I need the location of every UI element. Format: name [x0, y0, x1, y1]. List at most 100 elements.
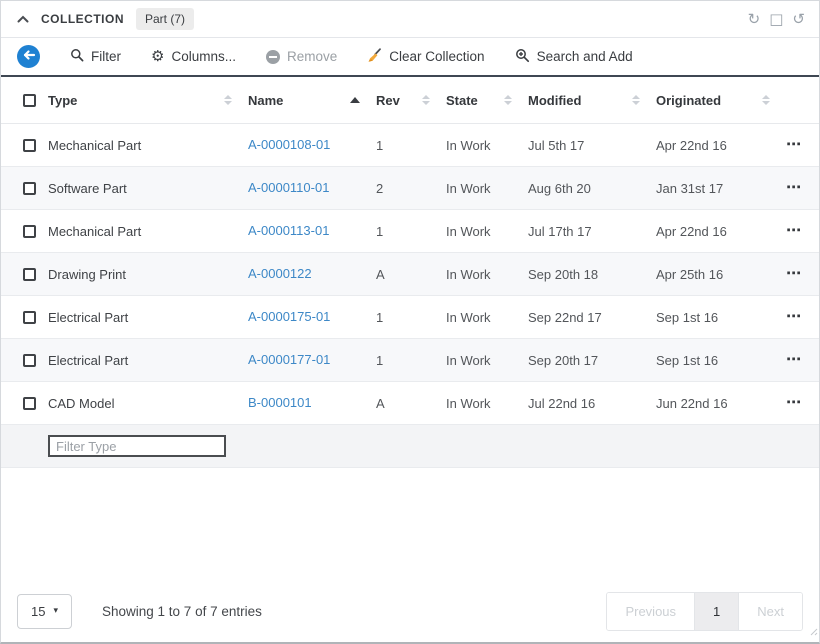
row-actions-menu-icon[interactable]: ⋯	[786, 180, 801, 195]
cell-rev: 1	[376, 138, 446, 153]
cell-state: In Work	[446, 138, 528, 153]
cell-rev: 1	[376, 310, 446, 325]
cell-modified: Sep 20th 18	[528, 267, 656, 282]
column-header-type[interactable]: Type	[48, 93, 248, 108]
cell-rev: 1	[376, 353, 446, 368]
undo-icon[interactable]: ↺	[792, 12, 805, 27]
filter-button[interactable]: Filter	[70, 48, 121, 65]
part-link[interactable]: A-0000175-01	[248, 309, 330, 324]
table-row: Electrical Part A-0000175-01 1 In Work S…	[1, 296, 819, 339]
collection-count-badge: Part (7)	[136, 8, 194, 30]
panel-header: COLLECTION Part (7) ↻ □ ↺	[1, 1, 819, 38]
search-plus-icon	[515, 48, 530, 66]
column-header-name[interactable]: Name	[248, 93, 376, 108]
cell-originated: Sep 1st 16	[656, 310, 786, 325]
next-page-button[interactable]: Next	[739, 593, 802, 630]
sort-icon	[504, 95, 512, 105]
cell-originated: Jun 22nd 16	[656, 396, 786, 411]
part-link[interactable]: A-0000110-01	[248, 180, 329, 195]
sort-icon	[422, 95, 430, 105]
cell-type: Software Part	[48, 181, 248, 196]
arrow-left-icon	[22, 48, 36, 65]
cell-modified: Jul 5th 17	[528, 138, 656, 153]
cell-type: CAD Model	[48, 396, 248, 411]
part-link[interactable]: A-0000108-01	[248, 137, 330, 152]
search-and-add-button[interactable]: Search and Add	[515, 48, 633, 66]
search-icon	[70, 48, 84, 65]
collapse-panel-button[interactable]	[17, 10, 29, 28]
row-actions-menu-icon[interactable]: ⋯	[786, 395, 801, 410]
column-header-modified[interactable]: Modified	[528, 93, 656, 108]
row-checkbox[interactable]	[23, 225, 36, 238]
pagination: Previous 1 Next	[606, 592, 803, 631]
cell-state: In Work	[446, 267, 528, 282]
sort-icon	[224, 95, 232, 105]
refresh-icon[interactable]: ↻	[748, 12, 761, 27]
row-checkbox[interactable]	[23, 182, 36, 195]
row-actions-menu-icon[interactable]: ⋯	[786, 223, 801, 238]
resize-grip[interactable]	[809, 623, 818, 641]
row-actions-menu-icon[interactable]: ⋯	[786, 266, 801, 281]
window-controls: ↻ □ ↺	[748, 12, 805, 27]
cell-type: Drawing Print	[48, 267, 248, 282]
filter-type-input[interactable]	[48, 435, 226, 457]
table-header-row: Type Name Rev State Modified Originated	[1, 77, 819, 124]
cell-state: In Work	[446, 310, 528, 325]
part-link[interactable]: A-0000177-01	[248, 352, 330, 367]
search-and-add-label: Search and Add	[537, 49, 633, 64]
current-page-button[interactable]: 1	[695, 593, 739, 630]
cell-originated: Apr 22nd 16	[656, 138, 786, 153]
gear-icon: ⚙	[151, 49, 164, 64]
page-size-value: 15	[31, 604, 45, 619]
table-row: Mechanical Part A-0000108-01 1 In Work J…	[1, 124, 819, 167]
column-header-state[interactable]: State	[446, 93, 528, 108]
part-link[interactable]: A-0000113-01	[248, 223, 329, 238]
sort-ascending-icon	[350, 97, 360, 103]
row-checkbox[interactable]	[23, 354, 36, 367]
cell-originated: Sep 1st 16	[656, 353, 786, 368]
cell-modified: Sep 22nd 17	[528, 310, 656, 325]
row-actions-menu-icon[interactable]: ⋯	[786, 309, 801, 324]
back-button[interactable]	[17, 45, 40, 68]
sort-icon	[762, 95, 770, 105]
broom-icon	[367, 48, 382, 66]
column-header-originated[interactable]: Originated	[656, 93, 786, 108]
cell-rev: 1	[376, 224, 446, 239]
caret-down-icon: ▾	[53, 606, 58, 616]
cell-state: In Work	[446, 224, 528, 239]
column-header-rev[interactable]: Rev	[376, 93, 446, 108]
cell-originated: Apr 25th 16	[656, 267, 786, 282]
cell-state: In Work	[446, 181, 528, 196]
part-link[interactable]: A-0000122	[248, 266, 312, 281]
columns-label: Columns...	[171, 49, 236, 64]
select-all-checkbox[interactable]	[23, 94, 36, 107]
row-actions-menu-icon[interactable]: ⋯	[786, 137, 801, 152]
page-size-select[interactable]: 15 ▾	[17, 594, 72, 629]
remove-button[interactable]: Remove	[266, 49, 337, 64]
minus-circle-icon	[266, 50, 280, 64]
row-checkbox[interactable]	[23, 139, 36, 152]
previous-page-button[interactable]: Previous	[607, 593, 695, 630]
cell-state: In Work	[446, 396, 528, 411]
row-checkbox[interactable]	[23, 311, 36, 324]
row-checkbox[interactable]	[23, 397, 36, 410]
cell-modified: Jul 22nd 16	[528, 396, 656, 411]
table-row: Drawing Print A-0000122 A In Work Sep 20…	[1, 253, 819, 296]
clear-collection-button[interactable]: Clear Collection	[367, 48, 484, 66]
columns-button[interactable]: ⚙ Columns...	[151, 49, 236, 64]
remove-label: Remove	[287, 49, 337, 64]
row-actions-menu-icon[interactable]: ⋯	[786, 352, 801, 367]
chevron-up-icon	[17, 10, 29, 28]
cell-originated: Apr 22nd 16	[656, 224, 786, 239]
part-link[interactable]: B-0000101	[248, 395, 312, 410]
cell-state: In Work	[446, 353, 528, 368]
filter-row	[1, 425, 819, 468]
cell-rev: 2	[376, 181, 446, 196]
row-checkbox[interactable]	[23, 268, 36, 281]
maximize-icon[interactable]: □	[769, 12, 783, 27]
cell-modified: Sep 20th 17	[528, 353, 656, 368]
sort-icon	[632, 95, 640, 105]
toolbar: Filter ⚙ Columns... Remove Clear Collect…	[1, 38, 819, 77]
table-row: Software Part A-0000110-01 2 In Work Aug…	[1, 167, 819, 210]
table-row: CAD Model B-0000101 A In Work Jul 22nd 1…	[1, 382, 819, 425]
